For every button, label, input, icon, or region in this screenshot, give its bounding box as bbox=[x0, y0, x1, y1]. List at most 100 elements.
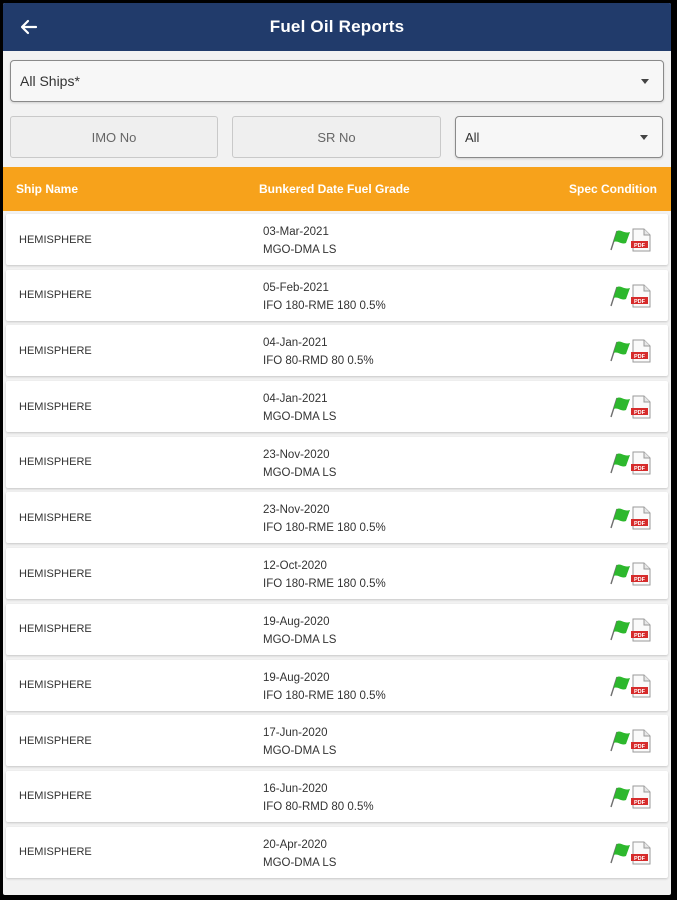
fuel-grade: IFO 80-RMD 80 0.5% bbox=[263, 800, 374, 813]
page-title: Fuel Oil Reports bbox=[269, 17, 405, 36]
fuel-grade: IFO 180-RME 180 0.5% bbox=[263, 689, 386, 702]
bunker-info: 05-Feb-2021 IFO 180-RME 180 0.5% bbox=[263, 279, 386, 315]
table-row[interactable]: HEMISPHERE 16-Jun-2020 IFO 80-RMD 80 0.5… bbox=[6, 770, 668, 822]
svg-text:PDF: PDF bbox=[634, 800, 646, 806]
bunker-info: 03-Mar-2021 MGO-DMA LS bbox=[263, 223, 336, 259]
sr-input[interactable]: SR No bbox=[232, 116, 441, 158]
green-flag-icon[interactable] bbox=[608, 284, 632, 308]
pdf-file-icon[interactable]: PDF bbox=[630, 562, 652, 586]
bunker-info: 20-Apr-2020 MGO-DMA LS bbox=[263, 836, 336, 872]
bunker-info: 04-Jan-2021 IFO 80-RMD 80 0.5% bbox=[263, 334, 374, 370]
fuel-grade: MGO-DMA LS bbox=[263, 466, 337, 479]
bunker-info: 23-Nov-2020 MGO-DMA LS bbox=[263, 446, 336, 482]
fuel-grade: MGO-DMA LS bbox=[263, 411, 337, 424]
ship-name: HEMISPHERE bbox=[19, 567, 92, 580]
fuel-grade: IFO 180-RME 180 0.5% bbox=[263, 522, 386, 535]
bunkered-date: 04-Jan-2021 bbox=[263, 393, 328, 406]
fuel-grade: MGO-DMA LS bbox=[263, 856, 337, 869]
pdf-file-icon[interactable]: PDF bbox=[630, 284, 652, 308]
table-row[interactable]: HEMISPHERE 17-Jun-2020 MGO-DMA LS PDF bbox=[6, 715, 668, 767]
ship-name: HEMISPHERE bbox=[19, 623, 92, 636]
table-row[interactable]: HEMISPHERE 19-Aug-2020 MGO-DMA LS PDF bbox=[6, 603, 668, 655]
column-ship-name: Ship Name bbox=[16, 182, 79, 196]
spec-condition: PDF bbox=[608, 228, 652, 252]
bunkered-date: 23-Nov-2020 bbox=[263, 448, 330, 461]
spec-condition: PDF bbox=[608, 451, 652, 475]
imo-input[interactable]: IMO No bbox=[10, 116, 218, 158]
fuel-grade: MGO-DMA LS bbox=[263, 633, 337, 646]
column-spec-condition: Spec Condition bbox=[569, 182, 657, 196]
ship-name: HEMISPHERE bbox=[19, 790, 92, 803]
pdf-file-icon[interactable]: PDF bbox=[630, 674, 652, 698]
table-row[interactable]: HEMISPHERE 19-Aug-2020 IFO 180-RME 180 0… bbox=[6, 659, 668, 711]
table-row[interactable]: HEMISPHERE 05-Feb-2021 IFO 180-RME 180 0… bbox=[6, 269, 668, 321]
pdf-file-icon[interactable]: PDF bbox=[630, 618, 652, 642]
spec-condition: PDF bbox=[608, 562, 652, 586]
pdf-file-icon[interactable]: PDF bbox=[630, 395, 652, 419]
table-row[interactable]: HEMISPHERE 12-Oct-2020 IFO 180-RME 180 0… bbox=[6, 548, 668, 600]
spec-condition: PDF bbox=[608, 729, 652, 753]
table-row[interactable]: HEMISPHERE 04-Jan-2021 MGO-DMA LS PDF bbox=[6, 381, 668, 433]
pdf-file-icon[interactable]: PDF bbox=[630, 451, 652, 475]
ship-name: HEMISPHERE bbox=[19, 846, 92, 859]
table-row[interactable]: HEMISPHERE 04-Jan-2021 IFO 80-RMD 80 0.5… bbox=[6, 325, 668, 377]
ship-name: HEMISPHERE bbox=[19, 679, 92, 691]
bunkered-date: 12-Oct-2020 bbox=[263, 560, 327, 573]
green-flag-icon[interactable] bbox=[608, 506, 632, 530]
bunkered-date: 05-Feb-2021 bbox=[263, 281, 329, 294]
svg-text:PDF: PDF bbox=[634, 243, 646, 249]
ship-name: HEMISPHERE bbox=[19, 233, 92, 246]
fuel-grade: IFO 180-RME 180 0.5% bbox=[263, 578, 386, 591]
green-flag-icon[interactable] bbox=[608, 674, 632, 698]
ship-select[interactable]: All Ships* bbox=[10, 60, 664, 102]
fuel-grade: MGO-DMA LS bbox=[263, 745, 337, 758]
pdf-file-icon[interactable]: PDF bbox=[630, 339, 652, 363]
bunker-info: 19-Aug-2020 IFO 180-RME 180 0.5% bbox=[263, 669, 386, 705]
table-row[interactable]: HEMISPHERE 20-Apr-2020 MGO-DMA LS PDF bbox=[6, 826, 668, 878]
table-row[interactable]: HEMISPHERE 03-Mar-2021 MGO-DMA LS PDF bbox=[6, 214, 668, 265]
bunker-info: 04-Jan-2021 MGO-DMA LS bbox=[263, 390, 336, 426]
pdf-file-icon[interactable]: PDF bbox=[630, 729, 652, 753]
green-flag-icon[interactable] bbox=[608, 339, 632, 363]
ship-name: HEMISPHERE bbox=[19, 734, 92, 747]
back-button[interactable] bbox=[15, 13, 43, 41]
green-flag-icon[interactable] bbox=[608, 395, 632, 419]
spec-condition: PDF bbox=[608, 284, 652, 308]
table-row[interactable]: HEMISPHERE 23-Nov-2020 MGO-DMA LS PDF bbox=[6, 436, 668, 488]
spec-condition: PDF bbox=[608, 339, 652, 363]
pdf-file-icon[interactable]: PDF bbox=[630, 841, 652, 865]
table-row[interactable]: HEMISPHERE 23-Nov-2020 IFO 180-RME 180 0… bbox=[6, 492, 668, 544]
table-header: Ship Name Bunkered Date Fuel Grade Spec … bbox=[3, 167, 671, 211]
green-flag-icon[interactable] bbox=[608, 562, 632, 586]
spec-condition: PDF bbox=[608, 618, 652, 642]
green-flag-icon[interactable] bbox=[608, 729, 632, 753]
bunker-info: 23-Nov-2020 IFO 180-RME 180 0.5% bbox=[263, 501, 386, 537]
green-flag-icon[interactable] bbox=[608, 785, 632, 809]
pdf-file-icon[interactable]: PDF bbox=[630, 785, 652, 809]
pdf-file-icon[interactable]: PDF bbox=[630, 506, 652, 530]
green-flag-icon[interactable] bbox=[608, 841, 632, 865]
bunker-info: 17-Jun-2020 MGO-DMA LS bbox=[263, 724, 336, 760]
chevron-down-icon bbox=[641, 78, 649, 84]
green-flag-icon[interactable] bbox=[608, 451, 632, 475]
grade-select[interactable]: All bbox=[455, 116, 663, 158]
pdf-file-icon[interactable]: PDF bbox=[630, 228, 652, 252]
arrow-left-icon bbox=[20, 19, 38, 35]
bunkered-date: 17-Jun-2020 bbox=[263, 727, 328, 740]
green-flag-icon[interactable] bbox=[608, 228, 632, 252]
spec-condition: PDF bbox=[608, 395, 652, 419]
fuel-grade: IFO 180-RME 180 0.5% bbox=[263, 299, 386, 312]
report-list: HEMISPHERE 03-Mar-2021 MGO-DMA LS PDF HE… bbox=[3, 211, 671, 878]
ship-name: HEMISPHERE bbox=[19, 344, 92, 357]
ship-select-value: All Ships* bbox=[20, 73, 80, 89]
svg-text:PDF: PDF bbox=[634, 633, 646, 639]
green-flag-icon[interactable] bbox=[608, 618, 632, 642]
svg-text:PDF: PDF bbox=[634, 354, 646, 360]
spec-condition: PDF bbox=[608, 674, 652, 698]
svg-text:PDF: PDF bbox=[634, 466, 646, 472]
spec-condition: PDF bbox=[608, 841, 652, 865]
svg-text:PDF: PDF bbox=[634, 856, 646, 862]
bunkered-date: 16-Jun-2020 bbox=[263, 782, 328, 795]
svg-text:PDF: PDF bbox=[634, 689, 646, 695]
app-bar: Fuel Oil Reports bbox=[3, 3, 671, 51]
